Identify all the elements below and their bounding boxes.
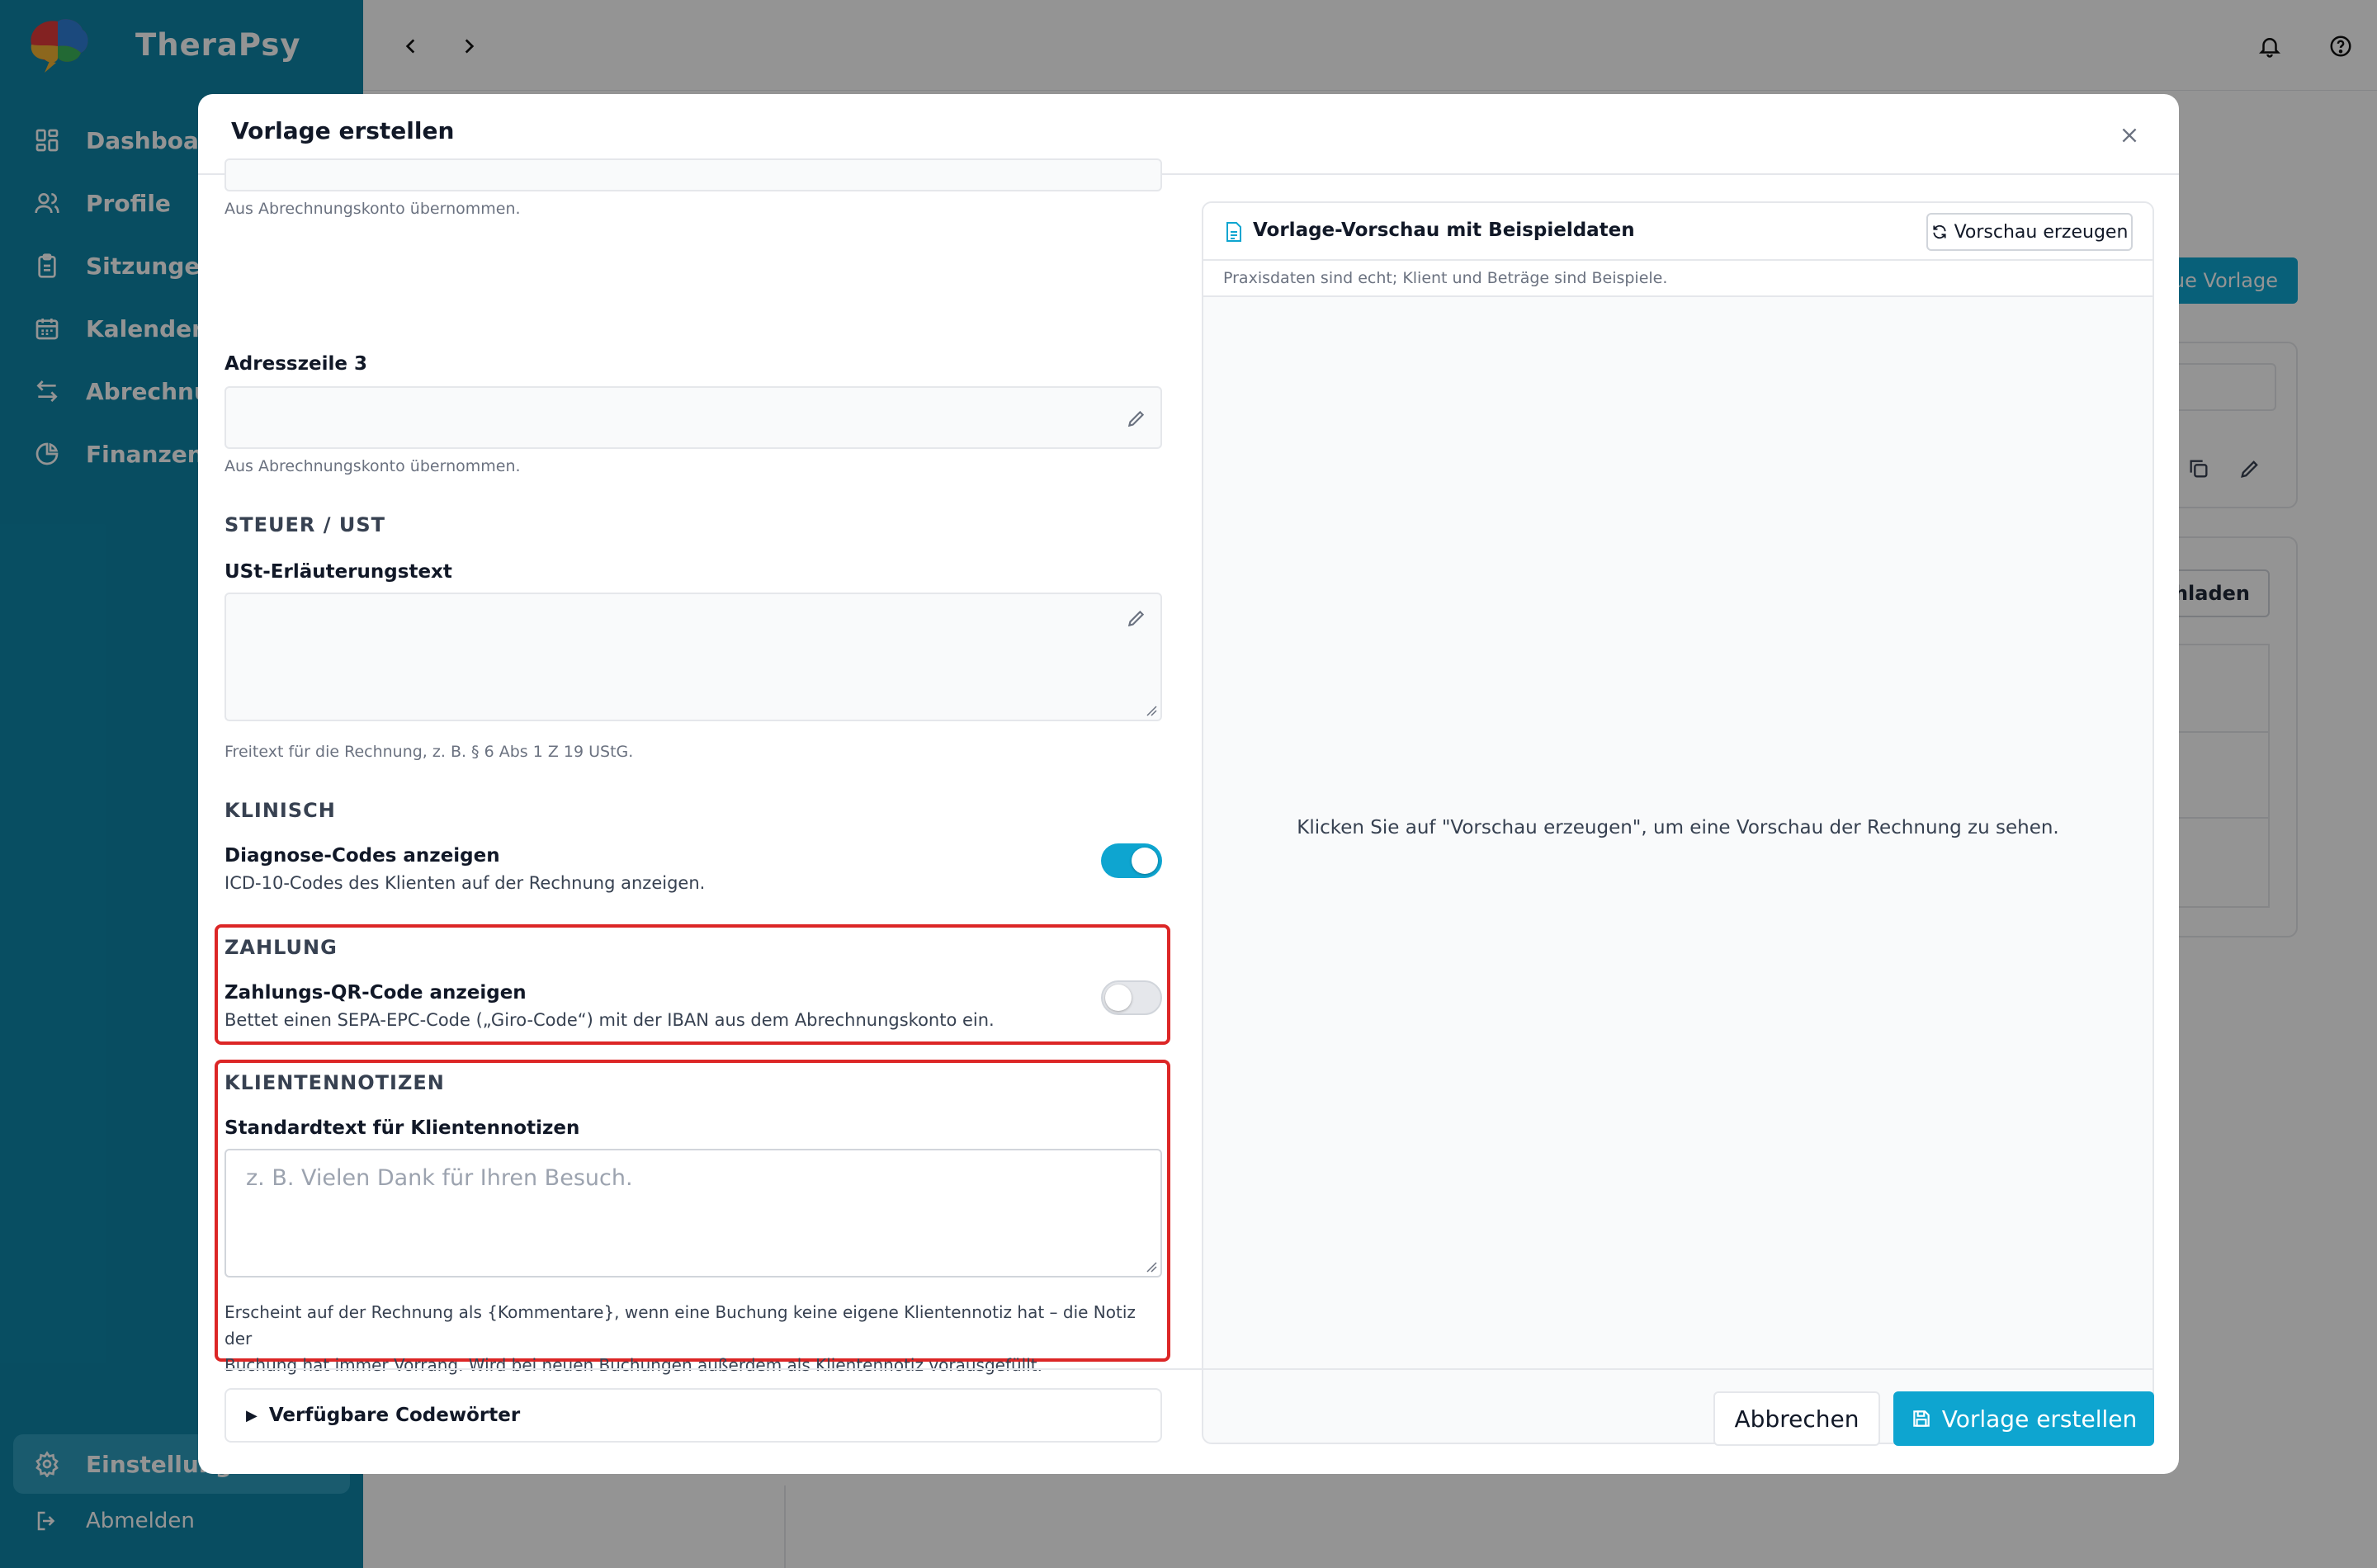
client-notes-placeholder: z. B. Vielen Dank für Ihren Besuch.	[246, 1165, 633, 1191]
diagnosis-label: Diagnose-Codes anzeigen	[224, 845, 500, 867]
modal-title: Vorlage erstellen	[231, 117, 455, 144]
qr-label: Zahlungs-QR-Code anzeigen	[224, 982, 527, 1004]
footer-divider	[224, 1368, 2154, 1370]
resize-handle-icon[interactable]	[1146, 705, 1157, 716]
address2-hint: Aus Abrechnungskonto übernommen.	[224, 200, 521, 218]
save-icon	[1911, 1408, 1932, 1429]
pencil-icon[interactable]	[1124, 406, 1149, 431]
refresh-icon	[1931, 224, 1948, 240]
close-icon[interactable]	[2113, 119, 2146, 152]
preview-sub-text: Praxisdaten sind echt; Klient und Beträg…	[1223, 269, 1668, 287]
tax-section-heading: STEUER / UST	[224, 513, 386, 536]
codewords-details[interactable]: ▶ Verfügbare Codewörter	[224, 1388, 1162, 1443]
preview-title: Vorlage-Vorschau mit Beispieldaten	[1253, 220, 1635, 241]
client-notes-hint: Erscheint auf der Rechnung als {Kommenta…	[224, 1299, 1164, 1378]
address3-input[interactable]	[224, 386, 1162, 449]
client-notes-label: Standardtext für Klientennotizen	[224, 1117, 580, 1139]
create-template-button[interactable]: Vorlage erstellen	[1893, 1391, 2154, 1446]
vat-text-hint: Freitext für die Rechnung, z. B. § 6 Abs…	[224, 743, 634, 761]
create-template-label: Vorlage erstellen	[1941, 1405, 2138, 1433]
address3-label-text: Adresszeile 3	[224, 353, 367, 375]
resize-handle-icon[interactable]	[1146, 1261, 1157, 1273]
client-notes-section-heading: KLIENTENNOTIZEN	[224, 1071, 445, 1094]
client-notes-hint-line: Buchung hat immer Vorrang. Wird bei neue…	[224, 1355, 1042, 1375]
preview-panel: Vorlage-Vorschau mit Beispieldaten Vorsc…	[1202, 201, 2154, 1444]
codewords-label: Verfügbare Codewörter	[268, 1405, 521, 1426]
pencil-icon[interactable]	[1124, 606, 1149, 631]
qr-description: Bettet einen SEPA-EPC-Code („Giro-Code“)…	[224, 1010, 995, 1030]
payment-section-heading: ZAHLUNG	[224, 936, 338, 959]
qr-toggle[interactable]	[1101, 980, 1162, 1015]
toggle-knob	[1105, 985, 1132, 1011]
toggle-knob	[1132, 848, 1158, 874]
diagnosis-description: ICD-10-Codes des Klienten auf der Rechnu…	[224, 873, 706, 893]
diagnosis-toggle[interactable]	[1101, 843, 1162, 878]
document-icon	[1225, 221, 1245, 244]
vat-text-label: USt-Erläuterungstext	[224, 561, 452, 583]
address2-input[interactable]	[224, 158, 1162, 191]
clinical-section-heading: KLINISCH	[224, 799, 336, 822]
preview-header: Vorlage-Vorschau mit Beispieldaten Vorsc…	[1203, 203, 2153, 261]
create-template-modal: Vorlage erstellen Aus Abrechnungskonto ü…	[198, 94, 2179, 1474]
generate-preview-button[interactable]: Vorschau erzeugen	[1926, 213, 2133, 251]
client-notes-hint-line: Erscheint auf der Rechnung als {Kommenta…	[224, 1302, 1136, 1348]
address3-hint: Aus Abrechnungskonto übernommen.	[224, 457, 521, 475]
vat-text-textarea[interactable]	[224, 593, 1162, 721]
preview-empty-message: Klicken Sie auf "Vorschau erzeugen", um …	[1297, 817, 2059, 838]
form-column: Aus Abrechnungskonto übernommen. Adressz…	[215, 158, 1170, 1452]
triangle-right-icon: ▶	[246, 1406, 258, 1424]
address3-label: Adresszeile 3	[224, 353, 367, 375]
generate-preview-label: Vorschau erzeugen	[1954, 221, 2129, 243]
preview-subheader: Praxisdaten sind echt; Klient und Beträg…	[1203, 261, 2153, 297]
cancel-label: Abbrechen	[1734, 1405, 1860, 1433]
client-notes-textarea[interactable]: z. B. Vielen Dank für Ihren Besuch.	[224, 1149, 1162, 1278]
cancel-button[interactable]: Abbrechen	[1713, 1391, 1880, 1446]
